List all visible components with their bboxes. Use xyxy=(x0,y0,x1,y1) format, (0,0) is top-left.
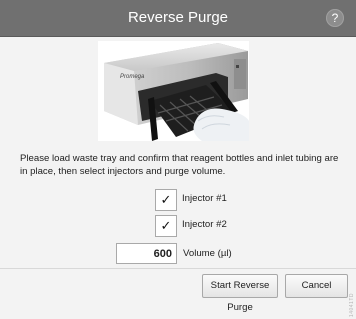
injector-1-checkbox[interactable]: ✓ xyxy=(155,189,177,211)
figure-id-watermark: 14041TD xyxy=(349,293,355,318)
injector-2-label: Injector #2 xyxy=(182,219,227,230)
instrument-loading-tray-photo-icon: Promega xyxy=(98,41,249,141)
title-bar: Reverse Purge ? xyxy=(0,0,356,37)
injector-2-checkbox[interactable]: ✓ xyxy=(155,215,177,237)
instrument-photo: Promega xyxy=(98,41,249,141)
help-button[interactable]: ? xyxy=(326,9,344,27)
volume-label: Volume (µl) xyxy=(183,248,232,259)
instructions-text: Please load waste tray and confirm that … xyxy=(20,153,339,177)
injector-1-label: Injector #1 xyxy=(182,193,227,204)
dialog-title: Reverse Purge xyxy=(127,9,229,26)
start-reverse-purge-button[interactable]: Start Reverse Purge xyxy=(202,274,278,313)
brand-logo: Promega xyxy=(120,74,145,80)
cancel-button[interactable]: Cancel xyxy=(285,274,348,298)
footer-divider xyxy=(0,268,356,269)
volume-input[interactable]: 600 xyxy=(116,243,177,264)
